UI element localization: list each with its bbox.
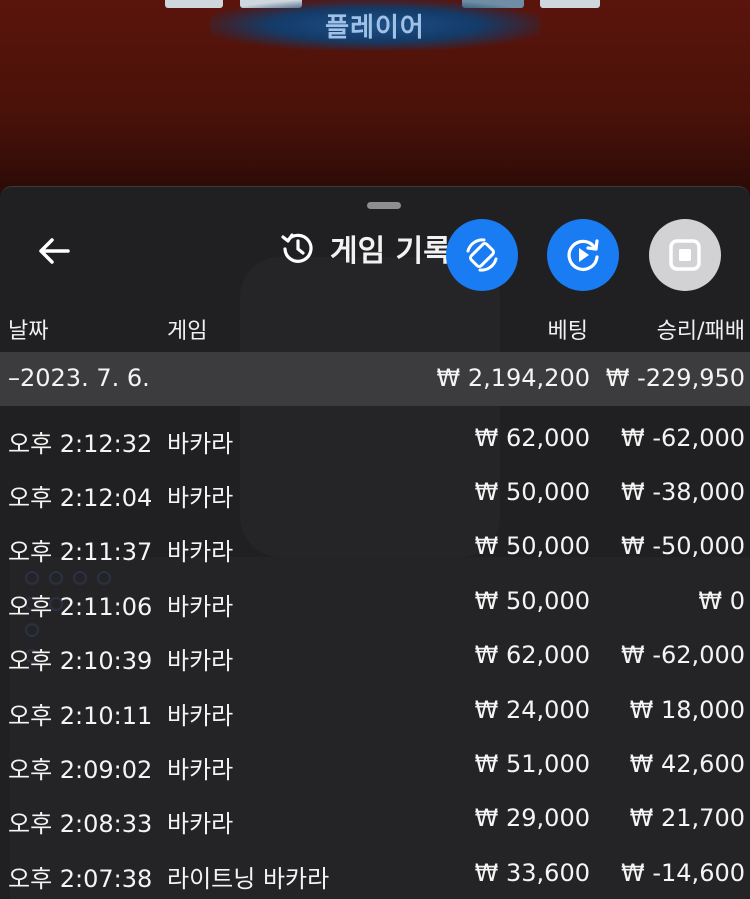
row-bet: ₩ 51,000 <box>474 750 590 778</box>
drag-handle[interactable] <box>367 202 401 209</box>
row-bet: ₩ 50,000 <box>474 587 590 615</box>
stop-button[interactable] <box>649 219 721 291</box>
row-result: ₩ 21,700 <box>629 804 745 832</box>
row-time: 오후 2:07:38 <box>8 865 153 893</box>
row-result: ₩ -62,000 <box>621 641 745 669</box>
row-result: ₩ -14,600 <box>621 859 745 887</box>
row-bet: ₩ 33,600 <box>474 859 590 887</box>
row-time: 오후 2:09:02 <box>8 756 153 784</box>
table-row[interactable]: 오후 2:11:37 바카라 ₩ 50,000 ₩ -50,000 <box>0 519 750 573</box>
column-header-date: 날짜 <box>8 319 49 344</box>
row-game: 바카라 <box>167 484 234 512</box>
row-game: 바카라 <box>167 702 234 730</box>
player-banner: 플레이어 <box>210 0 540 50</box>
game-background: 플레이어 <box>0 0 750 200</box>
row-time: 오후 2:12:04 <box>8 484 153 512</box>
game-history-panel: 게임 기록 날짜 게임 베팅 승리/패배 –2023. 7. 6. ₩ 2,19… <box>0 186 750 899</box>
replay-icon <box>567 239 599 271</box>
column-header-result: 승리/패배 <box>656 319 745 344</box>
row-bet: ₩ 62,000 <box>474 424 590 452</box>
column-header-bet: 베팅 <box>547 319 588 344</box>
row-game: 바카라 <box>167 810 234 838</box>
summary-date: –2023. 7. 6. <box>8 364 150 392</box>
page-title: 게임 기록 <box>330 234 451 269</box>
row-time: 오후 2:08:33 <box>8 810 153 838</box>
history-icon <box>281 233 313 263</box>
row-result: ₩ -38,000 <box>621 478 745 506</box>
row-time: 오후 2:11:37 <box>8 538 153 566</box>
row-result: ₩ -50,000 <box>621 532 745 560</box>
row-bet: ₩ 50,000 <box>474 532 590 560</box>
date-summary-row[interactable]: –2023. 7. 6. ₩ 2,194,200 ₩ -229,950 <box>0 352 750 406</box>
table-row[interactable]: 오후 2:07:38 라이트닝 바카라 ₩ 33,600 ₩ -14,600 <box>0 846 750 899</box>
row-game: 바카라 <box>167 593 234 621</box>
column-header-game: 게임 <box>167 319 208 344</box>
player-banner-label: 플레이어 <box>325 12 425 43</box>
table-header: 날짜 게임 베팅 승리/패배 <box>0 305 750 349</box>
table-row[interactable]: 오후 2:10:11 바카라 ₩ 24,000 ₩ 18,000 <box>0 683 750 737</box>
table-row[interactable]: 오후 2:12:32 바카라 ₩ 62,000 ₩ -62,000 <box>0 411 750 465</box>
row-time: 오후 2:10:11 <box>8 702 153 730</box>
table-row[interactable]: 오후 2:11:06 바카라 ₩ 50,000 ₩ 0 <box>0 574 750 628</box>
row-result: ₩ 18,000 <box>629 696 745 724</box>
table-row[interactable]: 오후 2:08:33 바카라 ₩ 29,000 ₩ 21,700 <box>0 791 750 845</box>
row-time: 오후 2:10:39 <box>8 647 153 675</box>
row-result: ₩ 42,600 <box>629 750 745 778</box>
rotate-device-icon <box>466 238 498 272</box>
row-bet: ₩ 29,000 <box>474 804 590 832</box>
row-game: 바카라 <box>167 647 234 675</box>
row-game: 바카라 <box>167 538 234 566</box>
card-edge <box>540 0 600 8</box>
row-result: ₩ 0 <box>698 587 745 615</box>
row-bet: ₩ 24,000 <box>474 696 590 724</box>
summary-bet: ₩ 2,194,200 <box>436 364 590 392</box>
row-result: ₩ -62,000 <box>621 424 745 452</box>
row-time: 오후 2:12:32 <box>8 430 153 458</box>
panel-header: 게임 기록 <box>280 227 451 269</box>
row-bet: ₩ 62,000 <box>474 641 590 669</box>
back-button[interactable] <box>34 231 74 271</box>
row-time: 오후 2:11:06 <box>8 593 153 621</box>
row-bet: ₩ 50,000 <box>474 478 590 506</box>
table-row[interactable]: 오후 2:12:04 바카라 ₩ 50,000 ₩ -38,000 <box>0 465 750 519</box>
row-game: 바카라 <box>167 756 234 784</box>
row-game: 라이트닝 바카라 <box>167 865 330 893</box>
row-game: 바카라 <box>167 430 234 458</box>
replay-button[interactable] <box>547 219 619 291</box>
table-row[interactable]: 오후 2:10:39 바카라 ₩ 62,000 ₩ -62,000 <box>0 628 750 682</box>
arrow-left-icon <box>39 238 70 264</box>
table-row[interactable]: 오후 2:09:02 바카라 ₩ 51,000 ₩ 42,600 <box>0 737 750 791</box>
rotate-button[interactable] <box>446 219 518 291</box>
stop-icon <box>669 239 701 271</box>
summary-result: ₩ -229,950 <box>605 364 745 392</box>
